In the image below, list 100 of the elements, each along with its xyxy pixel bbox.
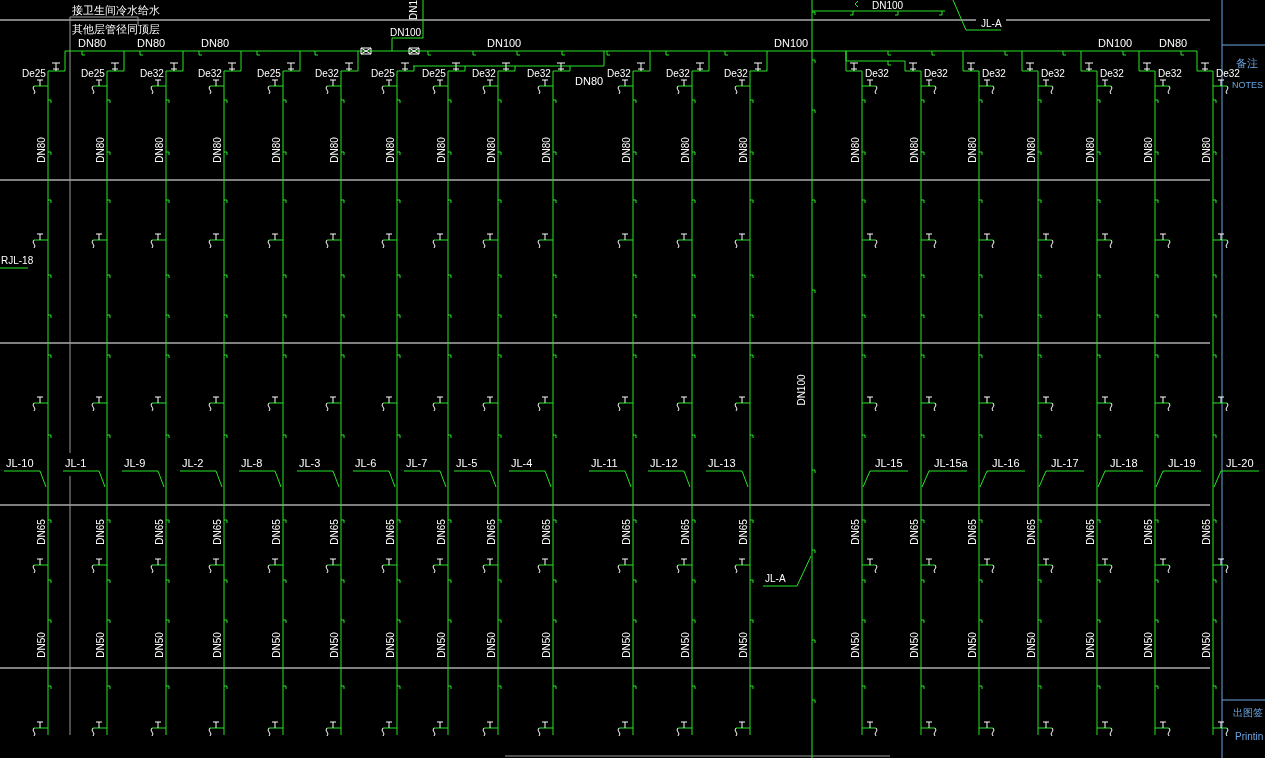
pipe-size-label: DN50 bbox=[621, 632, 632, 658]
branch-size-label: De32 bbox=[982, 68, 1006, 79]
pipe-size-label: DN50 bbox=[271, 632, 282, 658]
tap-valve-icon bbox=[1037, 233, 1054, 249]
valve-icon bbox=[966, 62, 976, 72]
leader-line bbox=[1213, 470, 1260, 488]
tap-valve-icon bbox=[150, 396, 167, 412]
leader-line bbox=[588, 470, 632, 488]
pipe-size-label: DN80 bbox=[1143, 137, 1154, 163]
tap-valve-icon bbox=[676, 79, 693, 95]
pipe-size-label: DN80 bbox=[541, 137, 552, 163]
tap-valve-icon bbox=[617, 721, 634, 737]
tap-valve-icon bbox=[432, 396, 449, 412]
tap-valve-icon bbox=[432, 558, 449, 574]
pipe-size-label: DN80 bbox=[329, 137, 340, 163]
tap-valve-icon bbox=[1096, 233, 1113, 249]
pipe-size-label: DN100 bbox=[872, 0, 904, 11]
pipe-size-label: DN65 bbox=[271, 519, 282, 545]
pipe-size-label: DN65 bbox=[1201, 519, 1212, 545]
branch-size-label: De25 bbox=[257, 68, 281, 79]
branch-size-label: De32 bbox=[198, 68, 222, 79]
tap-valve-icon bbox=[1037, 558, 1054, 574]
pipe-size-label: DN50 bbox=[738, 632, 749, 658]
leader-line bbox=[1038, 470, 1085, 488]
tap-valve-icon bbox=[1154, 396, 1171, 412]
tap-valve-icon bbox=[267, 79, 284, 95]
pipe-size-label: DN80 bbox=[486, 137, 497, 163]
tap-valve-icon bbox=[1096, 721, 1113, 737]
leader-line bbox=[352, 470, 396, 488]
leader-line bbox=[705, 470, 749, 488]
leader-line bbox=[862, 470, 909, 488]
tap-valve-icon bbox=[734, 721, 751, 737]
pipe-size-label: DN50 bbox=[1085, 632, 1096, 658]
pipe-size-label: DN80 bbox=[680, 137, 691, 163]
tap-valve-icon bbox=[978, 233, 995, 249]
branch-size-label: De32 bbox=[607, 68, 631, 79]
branch-size-label: De32 bbox=[865, 68, 889, 79]
valve-icon bbox=[1025, 62, 1035, 72]
tap-valve-icon bbox=[537, 721, 554, 737]
pipe-size-label: DN65 bbox=[1026, 519, 1037, 545]
riser-tag-label: JL-11 bbox=[591, 457, 618, 469]
riser-tag-label: JL-A bbox=[981, 18, 1002, 29]
pipe-size-label: DN50 bbox=[967, 632, 978, 658]
riser-tag-label: JL-3 bbox=[299, 457, 321, 469]
valve-icon bbox=[344, 62, 354, 72]
pipe-size-label: DN1 bbox=[408, 0, 419, 20]
valve-icon bbox=[1142, 62, 1152, 72]
tap-valve-icon bbox=[1096, 396, 1113, 412]
tap-valve-icon bbox=[325, 396, 342, 412]
tap-valve-icon bbox=[861, 721, 878, 737]
pipe-size-label: DN80 bbox=[154, 137, 165, 163]
tap-valve-icon bbox=[1212, 79, 1229, 95]
tap-valve-icon bbox=[1154, 79, 1171, 95]
tap-valve-icon bbox=[676, 396, 693, 412]
pipe-size-label: DN80 bbox=[271, 137, 282, 163]
valve-icon bbox=[1084, 62, 1094, 72]
leader-line bbox=[979, 470, 1026, 488]
riser-tag-label: JL-8 bbox=[241, 457, 263, 469]
tap-valve-icon bbox=[676, 233, 693, 249]
pipe-size-label: DN65 bbox=[1143, 519, 1154, 545]
pipe-size-label: DN65 bbox=[680, 519, 691, 545]
tap-valve-icon bbox=[32, 79, 49, 95]
tap-valve-icon bbox=[734, 233, 751, 249]
tap-valve-icon bbox=[1037, 721, 1054, 737]
tap-valve-icon bbox=[150, 79, 167, 95]
tap-valve-icon bbox=[32, 558, 49, 574]
tap-valve-icon bbox=[381, 79, 398, 95]
tap-valve-icon bbox=[676, 558, 693, 574]
pipe-size-label: DN80 bbox=[385, 137, 396, 163]
pipe-size-label: DN80 bbox=[95, 137, 106, 163]
riser-tag-label: JL-6 bbox=[355, 457, 377, 469]
tap-valve-icon bbox=[861, 79, 878, 95]
gate-valve-icon bbox=[408, 47, 420, 55]
pipe-size-label: DN80 bbox=[575, 75, 604, 87]
pipe-size-label: DN65 bbox=[154, 519, 165, 545]
branch-size-label: De32 bbox=[666, 68, 690, 79]
branch-size-label: De32 bbox=[1100, 68, 1124, 79]
pipe-size-label: DN80 bbox=[201, 37, 230, 49]
pipe-size-label: DN50 bbox=[1201, 632, 1212, 658]
tap-valve-icon bbox=[617, 233, 634, 249]
pipe-size-label: DN65 bbox=[385, 519, 396, 545]
pipe-size-label: DN80 bbox=[212, 137, 223, 163]
tap-valve-icon bbox=[1096, 558, 1113, 574]
pipe-size-label: DN65 bbox=[850, 519, 861, 545]
tap-valve-icon bbox=[267, 721, 284, 737]
tap-valve-icon bbox=[325, 79, 342, 95]
tap-valve-icon bbox=[734, 79, 751, 95]
tap-valve-icon bbox=[267, 558, 284, 574]
valve-icon bbox=[556, 62, 566, 72]
tap-valve-icon bbox=[91, 233, 108, 249]
tap-valve-icon bbox=[381, 721, 398, 737]
pipe-size-label: DN50 bbox=[680, 632, 691, 658]
pipe-size-label: DN50 bbox=[1143, 632, 1154, 658]
pipe-size-label: DN80 bbox=[1026, 137, 1037, 163]
leader-line bbox=[121, 470, 165, 488]
riser-tag-label: JL-7 bbox=[406, 457, 428, 469]
tap-valve-icon bbox=[920, 721, 937, 737]
tap-valve-icon bbox=[432, 721, 449, 737]
tap-valve-icon bbox=[537, 233, 554, 249]
valve-icon bbox=[501, 62, 511, 72]
